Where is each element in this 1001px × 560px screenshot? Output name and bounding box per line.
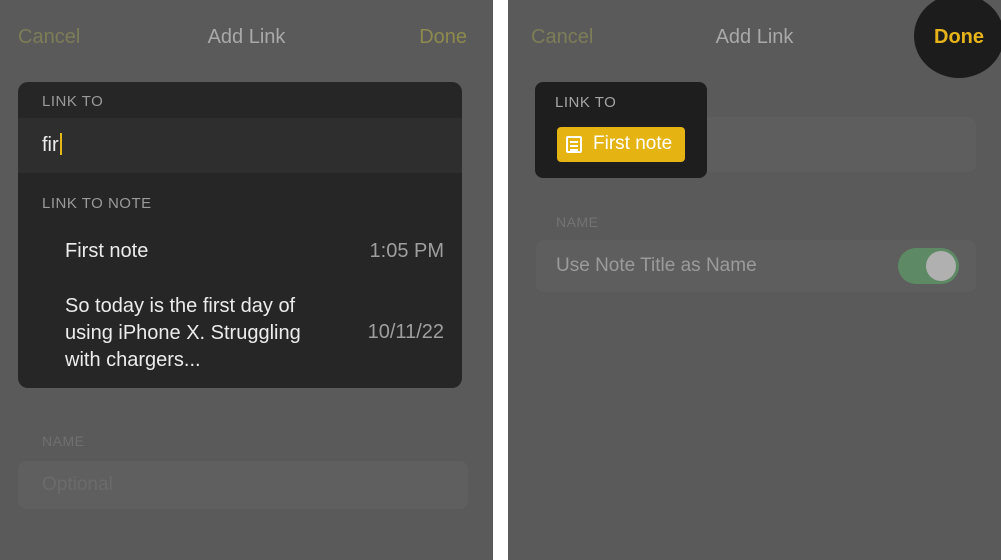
right-screenshot: Cancel Add Link Done LINK TO First note … <box>508 0 1001 560</box>
text-cursor <box>59 133 62 155</box>
note-icon <box>566 136 582 153</box>
link-to-highlight: LINK TO First note <box>535 82 707 178</box>
name-header: NAME <box>556 214 599 230</box>
name-placeholder: Optional <box>42 474 113 495</box>
name-input[interactable]: Optional <box>18 461 468 509</box>
search-input-value: fir <box>42 134 59 156</box>
result-time: 10/11/22 <box>367 321 444 343</box>
link-to-header: LINK TO <box>555 94 617 111</box>
link-to-header: LINK TO <box>42 93 104 110</box>
toggle-label: Use Note Title as Name <box>556 255 757 276</box>
done-button[interactable]: Done <box>419 26 467 49</box>
name-header: NAME <box>42 433 85 449</box>
chip-label: First note <box>593 133 673 154</box>
result-title: So today is the first day of using iPhon… <box>65 295 301 371</box>
use-note-title-row: Use Note Title as Name <box>536 240 976 292</box>
done-button[interactable]: Done <box>914 26 1001 49</box>
result-time: 1:05 PM <box>369 240 444 262</box>
toggle-knob <box>926 251 956 281</box>
result-title: First note <box>65 240 149 262</box>
link-to-note-header: LINK TO NOTE <box>42 195 152 212</box>
linked-note-chip[interactable]: First note <box>557 127 685 162</box>
left-screenshot: Cancel Add Link Done LINK TO fir LINK TO… <box>0 0 493 560</box>
link-search-field[interactable]: fir <box>18 118 462 173</box>
use-note-title-toggle[interactable] <box>898 248 959 284</box>
link-search-card: LINK TO fir LINK TO NOTE First note 1:05… <box>18 82 462 388</box>
